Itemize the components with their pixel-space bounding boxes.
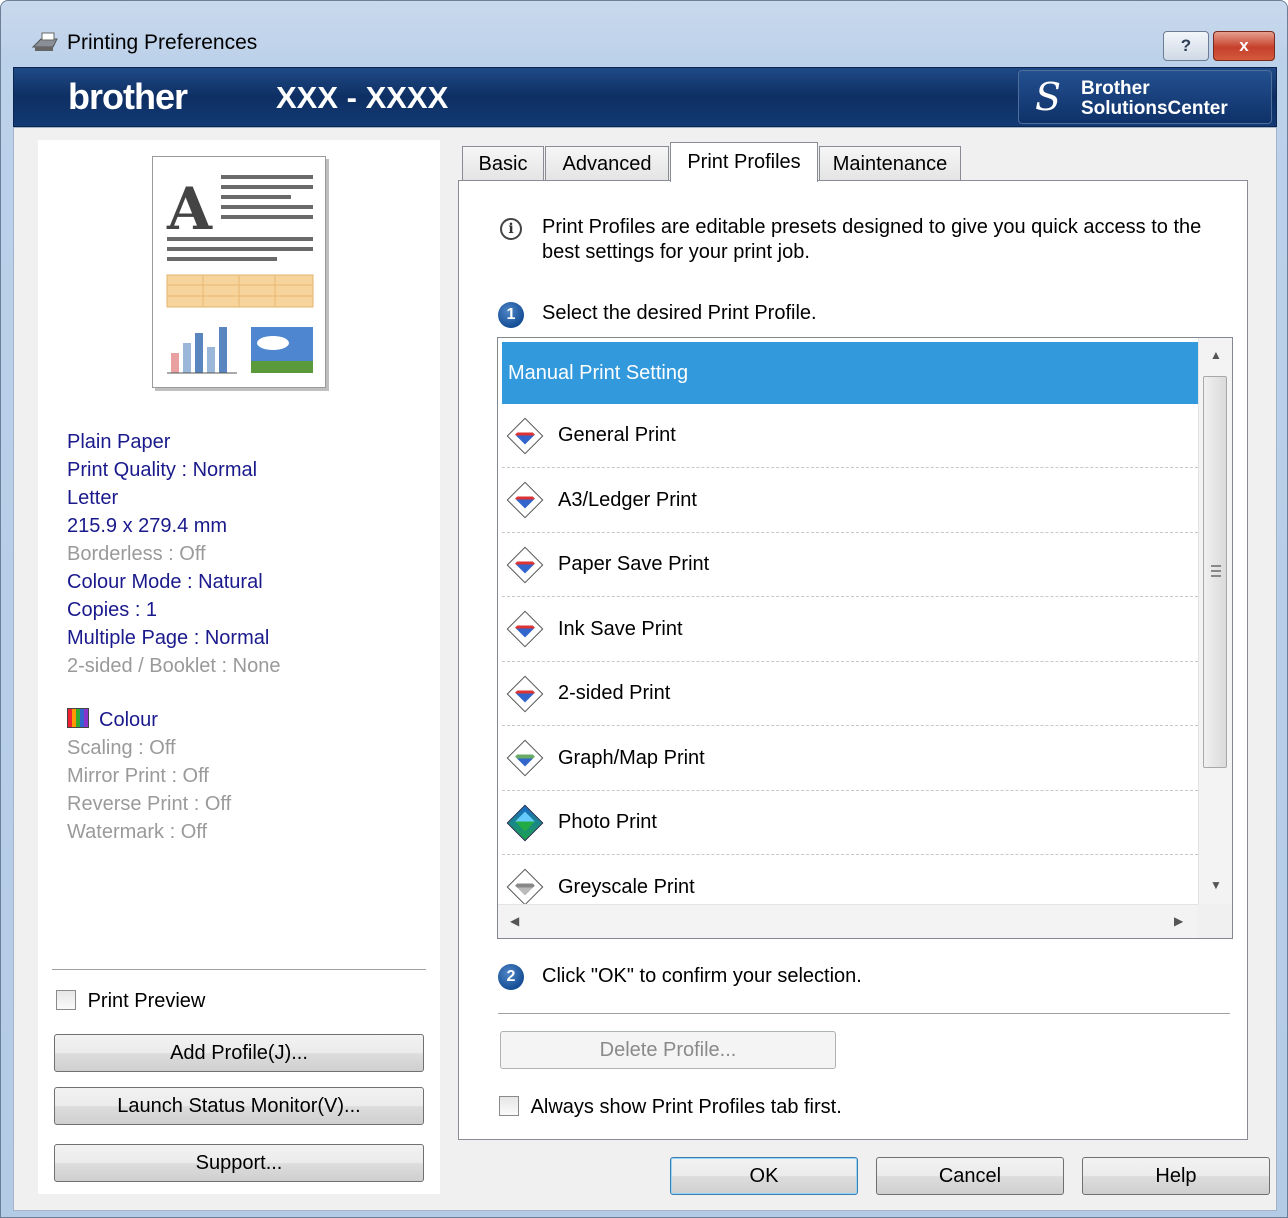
ok-button[interactable]: OK (670, 1157, 858, 1195)
profile-item-paper-save-print[interactable]: Paper Save Print (502, 533, 1198, 597)
profile-item-graph-map-print[interactable]: Graph/Map Print (502, 727, 1198, 791)
title-bar: Printing Preferences ? x (1, 1, 1287, 63)
graph-map-print-icon (506, 739, 544, 777)
summary-item: Scaling : Off (67, 737, 176, 759)
ink-save-print-icon (506, 610, 544, 648)
summary-item: Borderless : Off (67, 543, 206, 565)
settings-summary-list-2: Colour Scaling : Off Mirror Print : Off Re… (67, 706, 231, 843)
print-preview-label: Print Preview (87, 990, 206, 1012)
colour-status: Colour (67, 706, 231, 734)
vertical-scrollbar[interactable]: ▲ ▼ (1198, 338, 1232, 906)
tab-maintenance[interactable]: Maintenance (819, 146, 961, 182)
vertical-scroll-thumb[interactable] (1203, 376, 1227, 768)
close-window-button[interactable]: x (1213, 31, 1275, 61)
solutions-center-label: Brother SolutionsCenter (1081, 78, 1228, 119)
print-preview-checkbox[interactable] (56, 990, 76, 1010)
greyscale-print-icon (506, 868, 544, 906)
profile-label: Ink Save Print (558, 617, 683, 640)
print-profile-list[interactable]: Manual Print Setting General Print A3/Ledg… (497, 337, 1233, 939)
launch-status-monitor-button[interactable]: Launch Status Monitor(V)... (54, 1087, 424, 1125)
photo-print-icon (506, 804, 544, 841)
help-button[interactable]: Help (1082, 1157, 1270, 1195)
always-show-checkbox[interactable] (499, 1096, 519, 1116)
step-2-icon: 2 (498, 964, 524, 990)
summary-item: Colour Mode : Natural (67, 571, 263, 593)
cancel-button[interactable]: Cancel (876, 1157, 1064, 1195)
always-show-option[interactable]: Always show Print Profiles tab first. (499, 1096, 842, 1119)
summary-item: Reverse Print : Off (67, 793, 232, 815)
summary-item: 2-sided / Booklet : None (67, 655, 281, 677)
page-preview-thumbnail: A (152, 156, 326, 388)
profile-item-general-print[interactable]: General Print (502, 404, 1198, 468)
solutions-center-icon: S (1035, 75, 1062, 119)
window-title: Printing Preferences (67, 31, 258, 54)
profile-label: Greyscale Print (558, 875, 695, 898)
profile-item-photo-print[interactable]: Photo Print (502, 791, 1198, 855)
settings-summary-list: Plain Paper Print Quality : Normal Letter 2… (67, 428, 280, 680)
profiles-divider (498, 1013, 1230, 1015)
summary-item: Mirror Print : Off (67, 765, 209, 787)
profile-label: Photo Print (558, 811, 657, 833)
scrollbar-corner (1198, 904, 1232, 938)
summary-item: Letter (67, 487, 119, 509)
help-title-button[interactable]: ? (1163, 31, 1209, 61)
profiles-info-text: Print Profiles are editable presets desi… (542, 216, 1202, 263)
horizontal-scrollbar[interactable]: ◀ ▶ (498, 904, 1200, 938)
summary-item: Copies : 1 (67, 599, 158, 621)
solutions-center-button[interactable]: S Brother SolutionsCenter (1018, 70, 1272, 124)
profile-item-manual-print-setting[interactable]: Manual Print Setting (502, 342, 1198, 404)
delete-profile-button[interactable]: Delete Profile... (500, 1031, 836, 1069)
profile-label: Paper Save Print (558, 553, 710, 575)
model-name: XXX - XXXX (276, 80, 449, 115)
paper-save-print-icon (506, 546, 544, 583)
colour-icon (67, 708, 89, 728)
support-button[interactable]: Support... (54, 1144, 424, 1182)
profile-item-a3-ledger-print[interactable]: A3/Ledger Print (502, 469, 1198, 533)
print-preview-option[interactable]: Print Preview (56, 990, 205, 1013)
step-1-icon: 1 (498, 302, 524, 328)
brother-logo: brother (68, 76, 188, 117)
tab-print-profiles[interactable]: Print Profiles (670, 142, 818, 182)
profile-label: General Print (558, 424, 676, 446)
summary-item: Print Quality : Normal (67, 459, 258, 481)
step-2-text: Click "OK" to confirm your selection. (542, 965, 862, 987)
general-print-icon (506, 417, 544, 454)
grip-icon (1211, 565, 1221, 577)
profile-label: 2-sided Print (558, 682, 671, 704)
info-icon: i (500, 218, 522, 240)
summary-item: Multiple Page : Normal (67, 627, 270, 649)
tab-advanced[interactable]: Advanced (545, 146, 669, 182)
scroll-right-arrow-icon[interactable]: ▶ (1174, 914, 1183, 928)
brother-banner: brother XXX - XXXX S Brother SolutionsCe… (13, 67, 1277, 127)
add-profile-button[interactable]: Add Profile(J)... (54, 1034, 424, 1072)
scroll-up-arrow-icon[interactable]: ▲ (1210, 348, 1222, 362)
step-1-text: Select the desired Print Profile. (542, 302, 817, 324)
profile-label: Graph/Map Print (558, 746, 705, 769)
scroll-left-arrow-icon[interactable]: ◀ (510, 914, 519, 928)
svg-text:A: A (166, 175, 213, 243)
scroll-down-arrow-icon[interactable]: ▼ (1210, 878, 1222, 892)
profile-item-ink-save-print[interactable]: Ink Save Print (502, 598, 1198, 662)
tab-basic[interactable]: Basic (462, 146, 544, 182)
profile-label: Manual Print Setting (508, 361, 689, 384)
summary-item: Plain Paper (67, 431, 171, 453)
profile-label: A3/Ledger Print (558, 488, 697, 511)
profile-item-2-sided-print[interactable]: 2-sided Print (502, 662, 1198, 726)
printer-icon (31, 32, 58, 51)
summary-item: Watermark : Off (67, 821, 208, 843)
summary-item: 215.9 x 279.4 mm (67, 515, 228, 537)
always-show-label: Always show Print Profiles tab first. (530, 1096, 842, 1118)
left-divider (52, 969, 426, 971)
two-sided-print-icon (506, 675, 544, 712)
a3-ledger-print-icon (506, 481, 544, 519)
